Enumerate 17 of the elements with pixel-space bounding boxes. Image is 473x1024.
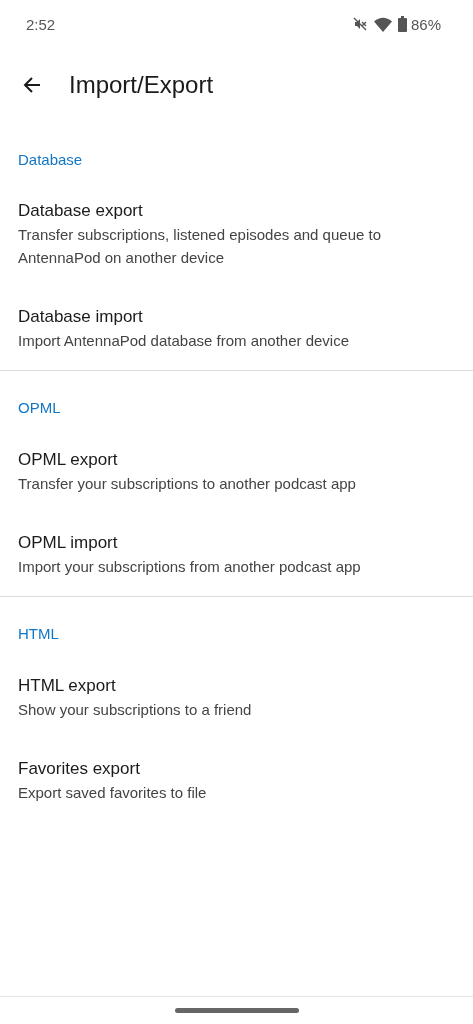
- battery-percent: 86%: [410, 15, 441, 33]
- section-header: Database: [18, 151, 83, 168]
- battery-icon: [397, 16, 407, 32]
- section-header: OPML: [18, 399, 61, 416]
- preference-item[interactable]: Database import Import AntennaPod database from another device: [0, 287, 473, 370]
- status-time: 2:52: [26, 15, 56, 33]
- preference-item[interactable]: OPML import Import your subscriptions from another podcast app: [0, 513, 473, 596]
- preference-item[interactable]: HTML export Show your subscriptions to a friend: [0, 656, 473, 739]
- section-header: HTML: [18, 625, 59, 642]
- screen-title: Import/Export: [69, 71, 214, 99]
- preference-item[interactable]: Database export Transfer subscriptions, listened episodes and queue to AntennaPod on another device: [0, 181, 473, 287]
- preference-item[interactable]: OPML export Transfer your subscriptions to another podcast app: [0, 430, 473, 513]
- mute-icon: [351, 16, 368, 32]
- arrow-left-icon: [22, 75, 42, 95]
- preference-item[interactable]: Favorites export Export saved favorites to file: [0, 739, 473, 822]
- wifi-icon: [373, 16, 392, 32]
- gesture-handle[interactable]: [174, 1008, 299, 1013]
